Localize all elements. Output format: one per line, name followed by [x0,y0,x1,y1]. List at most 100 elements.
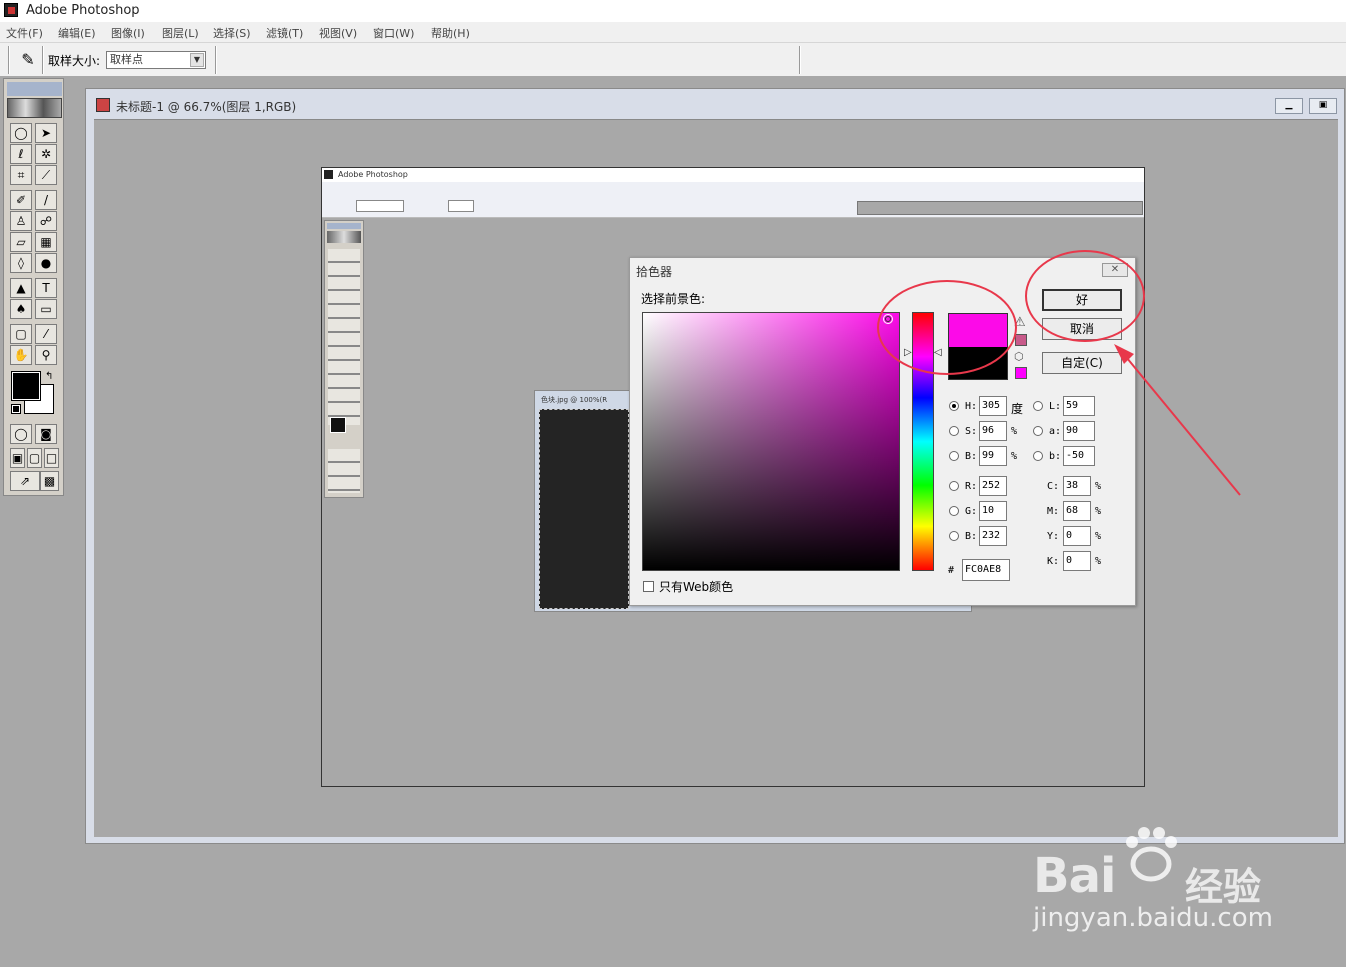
magic-wand-icon[interactable]: ✲ [35,144,57,164]
path-select-icon[interactable]: ▲ [10,278,32,298]
websafe-cube-icon[interactable]: ⬡ [1014,350,1024,363]
sample-size-value: 取样点 [110,53,143,66]
yellow-input[interactable]: 0 [1063,526,1091,546]
toolbox-logo[interactable] [7,98,62,118]
lasso-tool-icon[interactable]: ℓ [10,144,32,164]
options-grip [8,46,10,74]
hex-input[interactable]: FC0AE8 [962,559,1010,581]
crop-tool-icon[interactable]: ⌗ [10,165,32,185]
app-title-bar: Adobe Photoshop [0,0,1346,22]
black-input[interactable]: 0 [1063,551,1091,571]
chevron-down-icon[interactable]: ▼ [190,53,204,67]
move-tool-icon[interactable]: ➤ [35,123,57,143]
hand-tool-icon[interactable]: ✋ [10,345,32,365]
menu-image[interactable]: 图像(I) [111,25,145,41]
swap-colors-icon[interactable]: ↰ [45,371,53,382]
red-radio[interactable] [949,481,959,491]
brush-tool-icon[interactable]: / [35,190,57,210]
lab-l-radio[interactable] [1033,401,1043,411]
lab-b-input[interactable]: -50 [1063,446,1095,466]
hue-unit: 度 [1011,402,1024,416]
blur-tool-icon[interactable]: ◊ [10,253,32,273]
hue-input[interactable]: 305 [979,396,1007,416]
toolbox-header[interactable] [7,82,62,96]
imageready-icon[interactable]: ▩ [40,471,59,491]
red-label: R: [965,481,978,492]
toolbox: ◯ ➤ ℓ ✲ ⌗ ⟋ ✐ / ♙ ☍ ▱ ▦ ◊ ● ▲ T ♠ ▭ ▢ ⁄ … [3,78,64,496]
green-input[interactable]: 10 [979,501,1007,521]
healing-brush-icon[interactable]: ✐ [10,190,32,210]
websafe-color-swatch[interactable] [1015,367,1027,379]
saturation-input[interactable]: 96 [979,421,1007,441]
blue-radio[interactable] [949,531,959,541]
hex-label: # [948,565,955,576]
minimize-button[interactable]: ▁ [1275,98,1303,114]
type-tool-icon[interactable]: T [35,278,57,298]
default-colors-icon[interactable] [11,404,21,414]
brightness-radio[interactable] [949,451,959,461]
eraser-tool-icon[interactable]: ▱ [10,232,32,252]
menu-file[interactable]: 文件(F) [6,25,43,41]
screen-mode-standard-icon[interactable]: ▣ [10,448,25,468]
cyan-input[interactable]: 38 [1063,476,1091,496]
maximize-button[interactable]: ▣ [1309,98,1337,114]
annotation-ring-hue [877,280,1017,375]
baidu-paw-icon [1126,827,1177,882]
embedded-menu-bar [322,182,1144,196]
saturation-radio[interactable] [949,426,959,436]
eyedropper-tool-icon[interactable]: ✎ [18,50,38,70]
menu-help[interactable]: 帮助(H) [431,25,470,41]
embedded-dark-image [539,409,629,609]
magenta-input[interactable]: 68 [1063,501,1091,521]
shape-tool-icon[interactable]: ▭ [35,299,57,319]
menu-view[interactable]: 视图(V) [319,25,357,41]
red-input[interactable]: 252 [979,476,1007,496]
lab-b-radio[interactable] [1033,451,1043,461]
annotation-ring-ok [1025,250,1145,342]
embedded-title: Adobe Photoshop [338,170,408,179]
menu-select[interactable]: 选择(S) [213,25,251,41]
foreground-color-swatch[interactable] [11,371,41,401]
web-only-checkbox[interactable] [643,581,654,592]
cyan-unit: % [1095,481,1102,492]
pen-tool-icon[interactable]: ♠ [10,299,32,319]
blue-input[interactable]: 232 [979,526,1007,546]
jump-to-imageready-icon[interactable]: ⇗ [10,471,40,491]
dodge-tool-icon[interactable]: ● [35,253,57,273]
menu-layer[interactable]: 图层(L) [162,25,199,41]
embedded-tool-grid [328,249,360,425]
history-brush-icon[interactable]: ☍ [35,211,57,231]
embedded-palette-well [857,201,1143,215]
brightness-input[interactable]: 99 [979,446,1007,466]
green-label: G: [965,506,978,517]
quickmask-mode-icon[interactable]: ◙ [35,424,57,444]
gradient-tool-icon[interactable]: ▦ [35,232,57,252]
menu-filter[interactable]: 滤镜(T) [266,25,303,41]
eyedropper-icon[interactable]: ⁄ [35,324,57,344]
embedded-mode-buttons [328,449,360,493]
lab-l-input[interactable]: 59 [1063,396,1095,416]
menu-edit[interactable]: 编辑(E) [58,25,96,41]
screen-mode-full-icon[interactable]: □ [44,448,59,468]
embedded-title-bar: Adobe Photoshop [322,168,1144,182]
screen-mode-menu-icon[interactable]: ▢ [27,448,42,468]
zoom-tool-icon[interactable]: ⚲ [35,345,57,365]
lab-a-radio[interactable] [1033,426,1043,436]
brightness-unit: % [1011,451,1018,462]
lab-a-input[interactable]: 90 [1063,421,1095,441]
embedded-toolbox [324,220,364,498]
hue-radio[interactable] [949,401,959,411]
color-field[interactable] [642,312,900,571]
notes-tool-icon[interactable]: ▢ [10,324,32,344]
green-radio[interactable] [949,506,959,516]
sample-size-select[interactable]: 取样点 ▼ [106,51,206,69]
options-separator [799,46,801,74]
cyan-label: C: [1047,481,1060,492]
marquee-tool-icon[interactable]: ◯ [10,123,32,143]
picker-prompt: 选择前景色: [641,292,706,306]
slice-tool-icon[interactable]: ⟋ [35,165,57,185]
menu-window[interactable]: 窗口(W) [373,25,414,41]
stamp-tool-icon[interactable]: ♙ [10,211,32,231]
gamut-color-swatch[interactable] [1015,334,1027,346]
standard-mode-icon[interactable]: ◯ [10,424,32,444]
